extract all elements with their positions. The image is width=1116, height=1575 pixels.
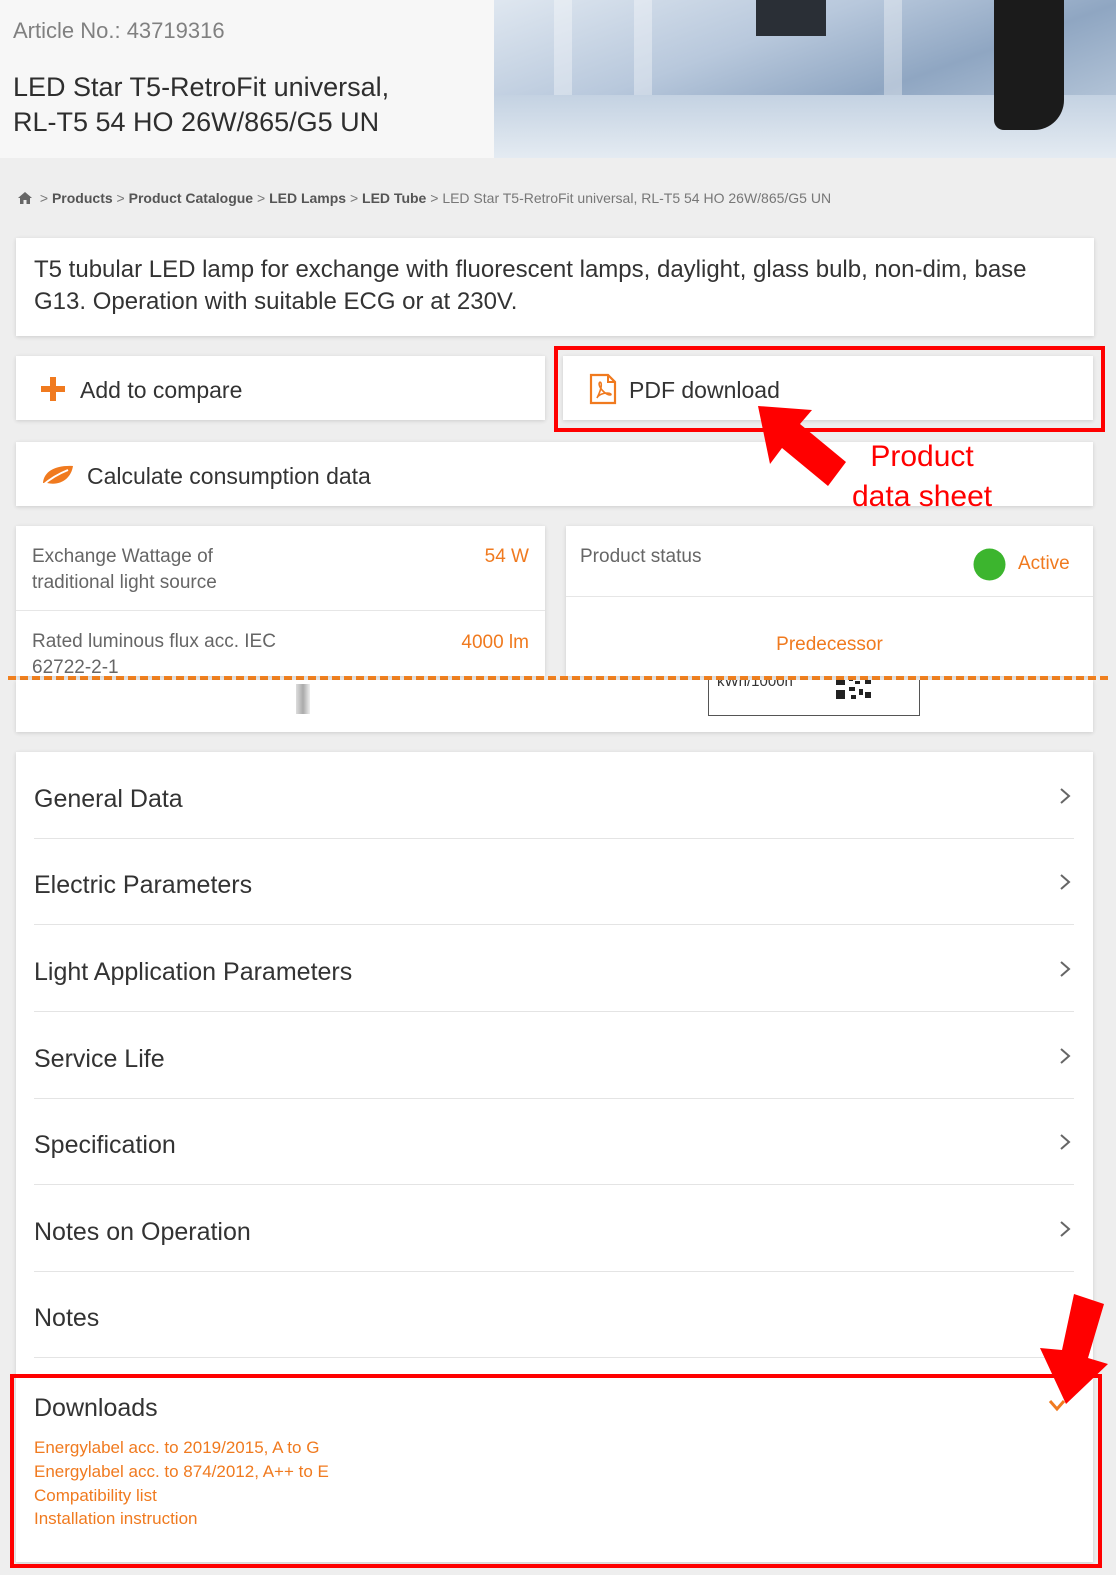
annotation-line2: data sheet: [852, 480, 993, 513]
exchange-wattage-label: Exchange Wattage of traditional light so…: [32, 544, 217, 596]
accordion-item-general-data[interactable]: General Data: [34, 752, 1074, 839]
breadcrumb-separator: >: [349, 190, 359, 206]
add-to-compare-button[interactable]: Add to compare: [16, 356, 545, 420]
energy-label-unit: kWh/1000h: [717, 680, 793, 690]
accordion-item-label: Notes: [34, 1304, 100, 1332]
energy-label-card: kWh/1000h: [16, 680, 1093, 732]
chevron-right-icon: [1060, 961, 1071, 977]
accordion-item-label: Electric Parameters: [34, 871, 253, 899]
page-header: Article No.: 43719316 LED Star T5-RetroF…: [0, 0, 1116, 158]
chevron-right-icon: [1060, 1134, 1071, 1150]
product-title-line2: RL-T5 54 HO 26W/865/G5 UN: [13, 107, 380, 137]
chevron-right-icon: [1060, 1048, 1071, 1064]
exchange-wattage-label-line2: traditional light source: [32, 572, 217, 593]
accordion-item-electric-parameters[interactable]: Electric Parameters: [34, 838, 1074, 925]
product-title: LED Star T5-RetroFit universal, RL-T5 54…: [13, 70, 473, 140]
annotation-label: Product data sheet: [852, 437, 992, 517]
divider: [16, 610, 545, 611]
accordion-item-label: Service Life: [34, 1045, 165, 1073]
qr-code-icon: [835, 680, 873, 701]
status-indicator-icon: [973, 548, 1006, 581]
annotation-line1: Product: [870, 440, 974, 473]
product-status-label: Product status: [580, 546, 702, 567]
energy-label-image[interactable]: kWh/1000h: [708, 680, 920, 716]
luminous-flux-label: Rated luminous flux acc. IEC 62722-2-1: [32, 629, 276, 676]
description-card: T5 tubular LED lamp for exchange with fl…: [16, 238, 1094, 336]
divider: [566, 596, 1093, 597]
hero-image: [494, 0, 1116, 158]
accordion-item-label: Specification: [34, 1131, 176, 1159]
add-to-compare-label: Add to compare: [80, 377, 243, 403]
predecessor-link[interactable]: Predecessor: [566, 634, 1093, 656]
luminous-flux-label-line2: 62722-2-1: [32, 657, 119, 676]
breadcrumb-separator: >: [256, 190, 266, 206]
exchange-wattage-label-line1: Exchange Wattage of: [32, 546, 213, 567]
breadcrumb-led-tube[interactable]: LED Tube: [362, 190, 426, 206]
arrow-down-icon: [1040, 1294, 1108, 1404]
calculate-consumption-label: Calculate consumption data: [87, 463, 371, 489]
breadcrumb-led-lamps[interactable]: LED Lamps: [269, 190, 346, 206]
luminous-flux-label-line1: Rated luminous flux acc. IEC: [32, 631, 276, 652]
product-status-card: Product status Active Predecessor: [566, 526, 1093, 676]
accordion-item-light-application-parameters[interactable]: Light Application Parameters: [34, 925, 1074, 1012]
chevron-right-icon: [1060, 874, 1071, 890]
breadcrumb: > Products > Product Catalogue > LED Lam…: [17, 190, 831, 206]
accordion-item-label: Notes on Operation: [34, 1218, 251, 1246]
energy-label-thumbnail: [296, 684, 310, 714]
arrow-pointer-icon: [758, 406, 846, 486]
breadcrumb-separator: >: [430, 190, 439, 206]
plus-icon: [41, 377, 65, 401]
downloads-highlight-box: [10, 1374, 1102, 1568]
accordion-item-label: General Data: [34, 785, 183, 813]
breadcrumb-separator: >: [39, 190, 49, 206]
accordion-item-label: Light Application Parameters: [34, 958, 353, 986]
chevron-right-icon: [1060, 788, 1071, 804]
chevron-right-icon: [1060, 1221, 1071, 1237]
accordion-item-service-life[interactable]: Service Life: [34, 1012, 1074, 1099]
breadcrumb-separator: >: [116, 190, 125, 206]
accordion-item-notes[interactable]: Notes: [34, 1271, 1074, 1358]
product-title-line1: LED Star T5-RetroFit universal,: [13, 72, 390, 102]
accordion-item-specification[interactable]: Specification: [34, 1098, 1074, 1185]
breadcrumb-current: LED Star T5-RetroFit universal, RL-T5 54…: [442, 190, 832, 206]
article-number: Article No.: 43719316: [13, 18, 225, 43]
leaf-icon: [42, 465, 73, 486]
accordion-item-notes-on-operation[interactable]: Notes on Operation: [34, 1185, 1074, 1272]
home-icon[interactable]: [17, 191, 33, 205]
key-specs-card: Exchange Wattage of traditional light so…: [16, 526, 545, 676]
breadcrumb-products[interactable]: Products: [52, 190, 113, 206]
product-status-value: Active: [1018, 553, 1070, 574]
product-description: T5 tubular LED lamp for exchange with fl…: [34, 256, 1027, 315]
breadcrumb-product-catalogue[interactable]: Product Catalogue: [129, 190, 253, 206]
luminous-flux-value: 4000 lm: [461, 632, 529, 653]
exchange-wattage-value: 54 W: [484, 546, 529, 567]
